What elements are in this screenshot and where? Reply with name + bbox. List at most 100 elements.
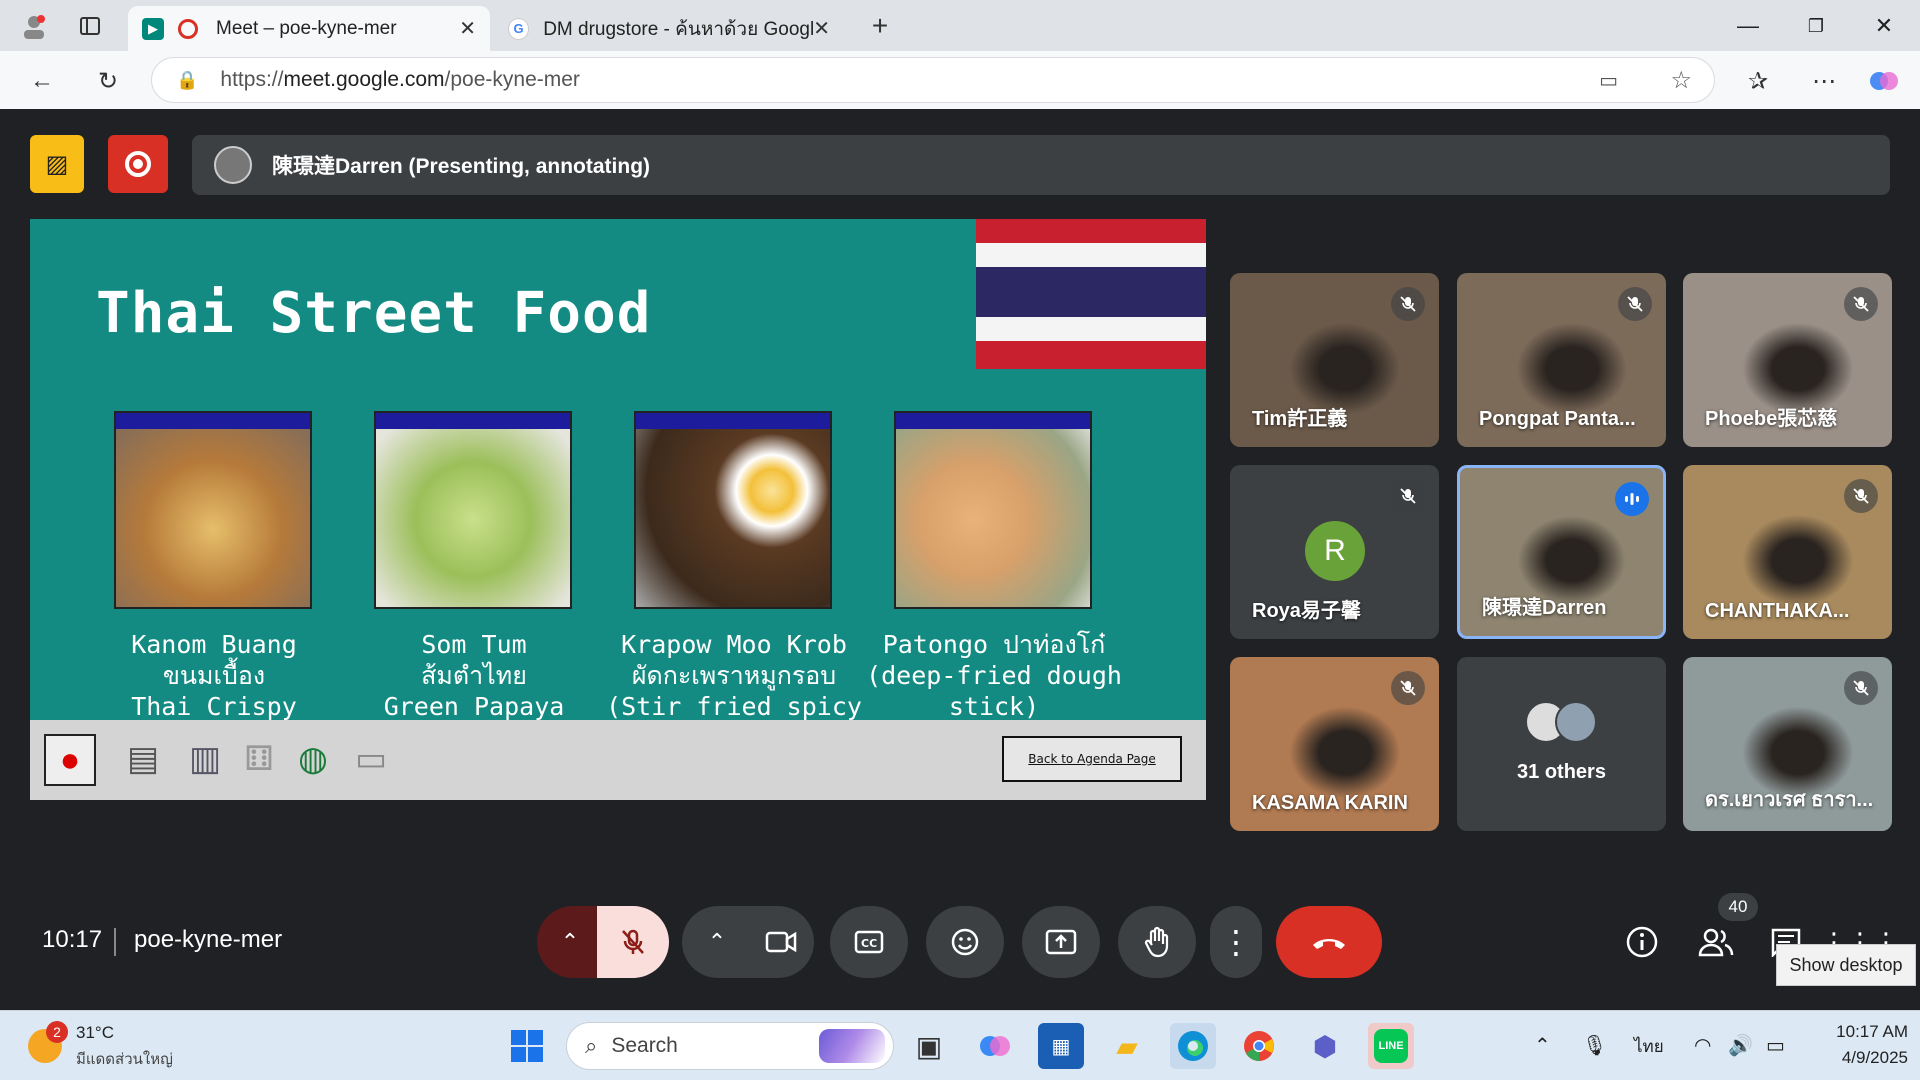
tray-mic-icon[interactable]: 🎙 xyxy=(1582,1033,1607,1058)
minimize-icon[interactable]: — xyxy=(1728,8,1768,44)
taskbar-search[interactable]: ⌕ Search xyxy=(566,1022,894,1070)
restore-icon[interactable]: ❐ xyxy=(1796,8,1836,44)
recording-dot-icon xyxy=(178,18,198,39)
presenter-text: 陳璟達Darren (Presenting, annotating) xyxy=(272,155,651,178)
food-card: Kanom Buang ขนมเบื้อง Thai Crispy Pancak… xyxy=(114,411,314,752)
back-to-agenda-button[interactable]: Back to Agenda Page xyxy=(1002,736,1182,782)
participant-tile[interactable]: CHANTHAKA... xyxy=(1683,465,1892,639)
battery-icon[interactable]: ▭ xyxy=(1766,1033,1785,1058)
url-prefix: https:// xyxy=(220,68,284,91)
profile-icon[interactable] xyxy=(18,10,50,42)
svg-text:CC: CC xyxy=(861,937,877,950)
weather-badge: 2 xyxy=(46,1021,68,1043)
raise-hand-button[interactable] xyxy=(1118,906,1196,978)
weather-widget[interactable]: 2 31°C มีแดดส่วนใหญ่ xyxy=(28,1021,188,1071)
tab-meet[interactable]: ▶ Meet – poe-kyne-mer ✕ xyxy=(128,6,490,51)
url-host: meet.google.com xyxy=(283,68,445,91)
participant-tile[interactable]: R Roya易子馨 xyxy=(1230,465,1439,639)
back-icon[interactable]: ← xyxy=(24,63,60,99)
globe-icon[interactable]: ◍ xyxy=(288,734,338,784)
recording-badge-icon[interactable] xyxy=(108,135,168,193)
leave-call-button[interactable] xyxy=(1276,906,1382,978)
participant-tile[interactable]: Pongpat Panta... xyxy=(1457,273,1666,447)
store-icon[interactable]: ▦ xyxy=(1038,1023,1084,1069)
audio-options-button[interactable]: ⌃ xyxy=(537,906,603,978)
teams-hex-icon[interactable]: ⬢ xyxy=(1302,1023,1348,1069)
participant-tile[interactable]: 陳璟達Darren xyxy=(1457,465,1666,639)
participant-tile[interactable]: KASAMA KARIN xyxy=(1230,657,1439,831)
mic-off-icon xyxy=(1391,479,1425,513)
food-card: Krapow Moo Krob ผัดกะเพราหมูกรอบ (Stir f… xyxy=(606,411,862,783)
people-icon[interactable] xyxy=(1694,920,1738,964)
participant-name: CHANTHAKA... xyxy=(1705,600,1850,622)
url-field[interactable]: 🔒 https://meet.google.com/poe-kyne-mer ▭… xyxy=(151,57,1715,103)
address-bar-row: ← ↻ 🔒 https://meet.google.com/poe-kyne-m… xyxy=(0,51,1920,109)
participant-tile[interactable]: ดร.เยาวเรศ ธารา... xyxy=(1683,657,1892,831)
participant-name: ดร.เยาวเรศ ธารา... xyxy=(1705,789,1874,811)
mic-off-icon xyxy=(1391,671,1425,705)
notebook-icon[interactable]: ▥ xyxy=(180,734,230,784)
file-explorer-icon[interactable]: ▰ xyxy=(1104,1023,1150,1069)
presenter-banner: 陳璟達Darren (Presenting, annotating) xyxy=(192,135,1890,195)
mic-off-icon xyxy=(622,929,644,954)
tab-google[interactable]: G DM drugstore - ค้นหาด้วย Google ✕ xyxy=(494,6,844,51)
participant-name: Phoebe張芯慈 xyxy=(1705,408,1838,430)
edge-icon[interactable] xyxy=(1170,1023,1216,1069)
more-options-button[interactable]: ⋮ xyxy=(1210,906,1262,978)
tab-title: Meet – poe-kyne-mer xyxy=(216,17,397,39)
emoji-icon xyxy=(951,928,979,956)
speaking-indicator-icon xyxy=(1615,482,1649,516)
close-window-icon[interactable]: ✕ xyxy=(1864,8,1904,44)
search-icon: ⌕ xyxy=(585,1033,598,1058)
start-windows-icon[interactable] xyxy=(504,1023,550,1069)
participant-name: KASAMA KARIN xyxy=(1252,792,1408,814)
others-avatars xyxy=(1525,701,1605,745)
chrome-icon[interactable] xyxy=(1236,1023,1282,1069)
task-view-icon[interactable]: ▣ xyxy=(906,1023,952,1069)
show-desktop-tooltip: Show desktop xyxy=(1776,944,1916,986)
mic-off-icon xyxy=(1391,287,1425,321)
system-clock[interactable]: 10:17 AM 4/9/2025 xyxy=(1808,1019,1908,1071)
food-image-som-tum xyxy=(374,411,572,609)
clock-date: 4/9/2025 xyxy=(1841,1048,1908,1067)
favorite-star-icon[interactable]: ☆ xyxy=(1670,66,1692,95)
camera-permission-icon[interactable]: ▭ xyxy=(1599,68,1618,93)
video-options-button[interactable]: ⌃ xyxy=(682,906,752,978)
close-tab-icon[interactable]: ✕ xyxy=(459,16,476,41)
language-indicator[interactable]: ไทย xyxy=(1634,1033,1664,1060)
hang-up-icon xyxy=(1313,939,1345,949)
participant-tile[interactable]: 31 others xyxy=(1457,657,1666,831)
participant-tile[interactable]: Tim許正義 xyxy=(1230,273,1439,447)
more-menu-icon[interactable]: ⋯ xyxy=(1806,63,1842,99)
mic-off-icon xyxy=(1844,671,1878,705)
copilot-app-icon[interactable] xyxy=(972,1023,1018,1069)
captions-button[interactable]: CC xyxy=(830,906,908,978)
participant-name: 陳璟達Darren xyxy=(1482,597,1607,619)
participant-name: Tim許正義 xyxy=(1252,408,1348,430)
microphone-off-button[interactable] xyxy=(597,906,669,978)
food-image-kanom-buang xyxy=(114,411,312,609)
wifi-icon[interactable]: ◠ xyxy=(1694,1033,1711,1058)
reload-icon[interactable]: ↻ xyxy=(90,63,126,99)
close-tab-icon[interactable]: ✕ xyxy=(813,16,830,41)
tray-overflow-icon[interactable]: ⌃ xyxy=(1534,1033,1551,1058)
favorites-icon[interactable]: ✰ xyxy=(1740,63,1776,99)
participant-tile[interactable]: Phoebe張芯慈 xyxy=(1683,273,1892,447)
weather-temp: 31°C xyxy=(76,1023,114,1042)
scroll-icon[interactable]: ▭ xyxy=(346,734,396,784)
new-tab-icon[interactable]: + xyxy=(864,10,896,42)
line-app-icon[interactable]: LINE xyxy=(1368,1023,1414,1069)
volume-icon[interactable]: 🔊 xyxy=(1728,1033,1753,1058)
apple-icon[interactable]: ● xyxy=(44,734,96,786)
present-button[interactable] xyxy=(1022,906,1100,978)
tab-actions-icon[interactable] xyxy=(74,10,106,42)
thailand-flag-image xyxy=(976,219,1206,369)
dice-icon[interactable]: ⚅ xyxy=(234,734,284,784)
copilot-icon[interactable] xyxy=(1866,63,1902,99)
printer-icon[interactable]: ▤ xyxy=(118,734,168,784)
participant-name: Roya易子馨 xyxy=(1252,600,1361,622)
google-favicon-icon: G xyxy=(508,17,530,40)
emoji-button[interactable] xyxy=(926,906,1004,978)
no-recording-badge-icon[interactable]: ▨ xyxy=(30,135,84,193)
meeting-info-icon[interactable] xyxy=(1620,920,1664,964)
